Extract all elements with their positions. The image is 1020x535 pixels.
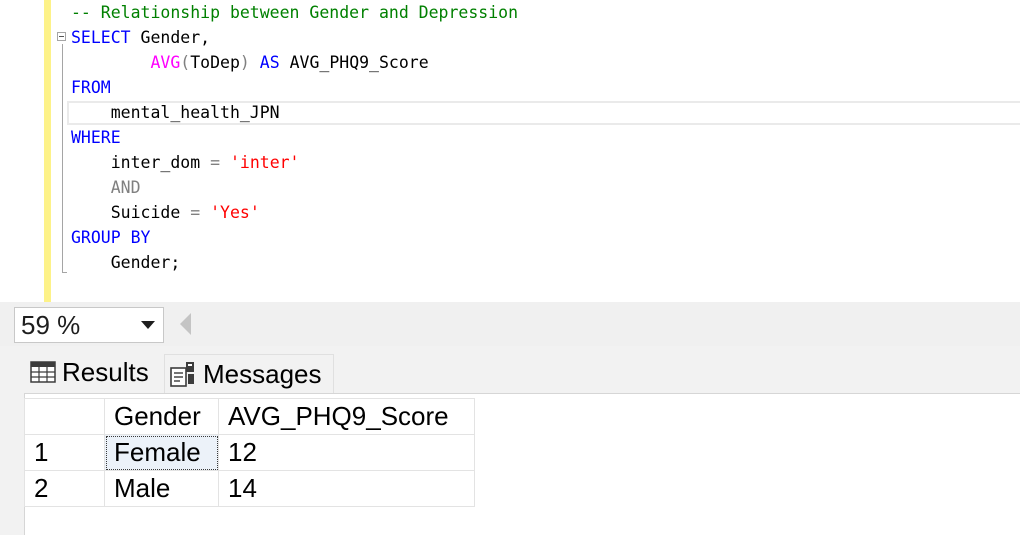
change-tracking-bar [44,0,51,302]
code-token: inter_dom [71,153,211,172]
outline-line-end [62,272,67,273]
code-line[interactable]: FROM [71,75,518,100]
table-cell-gender[interactable]: Female [104,434,219,471]
code-line[interactable]: inter_dom = 'inter' [71,150,518,175]
code-token: SELECT [71,28,131,47]
chevron-down-icon[interactable] [141,321,155,329]
zoom-value: 59 % [21,309,81,340]
code-line[interactable]: GROUP BY [71,225,518,250]
zoom-bar: 59 % [0,302,1020,346]
messages-icon [170,362,194,387]
code-token: WHERE [71,128,121,147]
collapse-icon[interactable] [57,32,66,41]
code-line[interactable]: Gender; [71,250,518,275]
code-token: AS [259,53,280,72]
code-line[interactable]: AVG(ToDep) AS AVG_PHQ9_Score [71,50,518,75]
tab-results[interactable]: Results [24,351,162,393]
table-row[interactable]: 1 Female 12 [24,434,475,471]
outline-line [62,44,63,272]
code-token: Gender; [71,253,181,272]
row-number[interactable]: 1 [24,434,105,471]
code-token: FROM [71,78,111,97]
zoom-dropdown[interactable]: 59 % [14,307,164,343]
code-token: AVG_PHQ9_Score [279,53,429,72]
tab-messages-label: Messages [203,358,322,389]
code-token: ToDep [190,53,240,72]
code-token: 'Yes' [210,203,260,222]
code-token: AND [110,178,141,197]
code-token: Suicide [71,203,191,222]
header-row: Gender AVG_PHQ9_Score [24,398,475,435]
results-grid: Gender AVG_PHQ9_Score 1 Female 12 2 Male… [24,398,475,507]
editor-gutter [0,0,44,302]
code-token: AVG [150,53,181,72]
table-cell-score[interactable]: 12 [218,434,475,471]
scroll-left-arrow-icon[interactable] [180,313,191,335]
column-header-gender[interactable]: Gender [104,398,219,435]
table-row[interactable]: 2 Male 14 [24,470,475,507]
grid-icon [30,361,56,383]
table-cell-score[interactable]: 14 [218,470,475,507]
tab-messages[interactable]: Messages [164,354,334,393]
code-token: Gender, [130,28,211,47]
code-token: mental_health_JPN [71,103,280,122]
code-line[interactable]: -- Relationship between Gender and Depre… [71,0,518,25]
row-number-header[interactable] [24,398,105,435]
table-cell-gender[interactable]: Male [104,470,219,507]
code-line[interactable]: Suicide = 'Yes' [71,200,518,225]
query-editor[interactable]: -- Relationship between Gender and Depre… [0,0,1020,302]
code-line[interactable]: SELECT Gender, [71,25,518,50]
row-number[interactable]: 2 [24,470,105,507]
code-token: ( [180,53,191,72]
code-line[interactable]: mental_health_JPN [71,100,518,125]
code-token: 'inter' [229,153,300,172]
tab-results-label: Results [62,356,149,387]
code-token: GROUP BY [71,228,151,247]
code-line[interactable]: WHERE [71,125,518,150]
column-header-avg-phq9-score[interactable]: AVG_PHQ9_Score [218,398,475,435]
code-token: = [190,203,201,222]
code-line[interactable]: AND [71,175,518,200]
code-token: ) [239,53,250,72]
sql-code[interactable]: -- Relationship between Gender and Depre… [71,0,518,275]
code-token: = [210,153,221,172]
code-token: -- Relationship between Gender and Depre… [71,3,519,22]
